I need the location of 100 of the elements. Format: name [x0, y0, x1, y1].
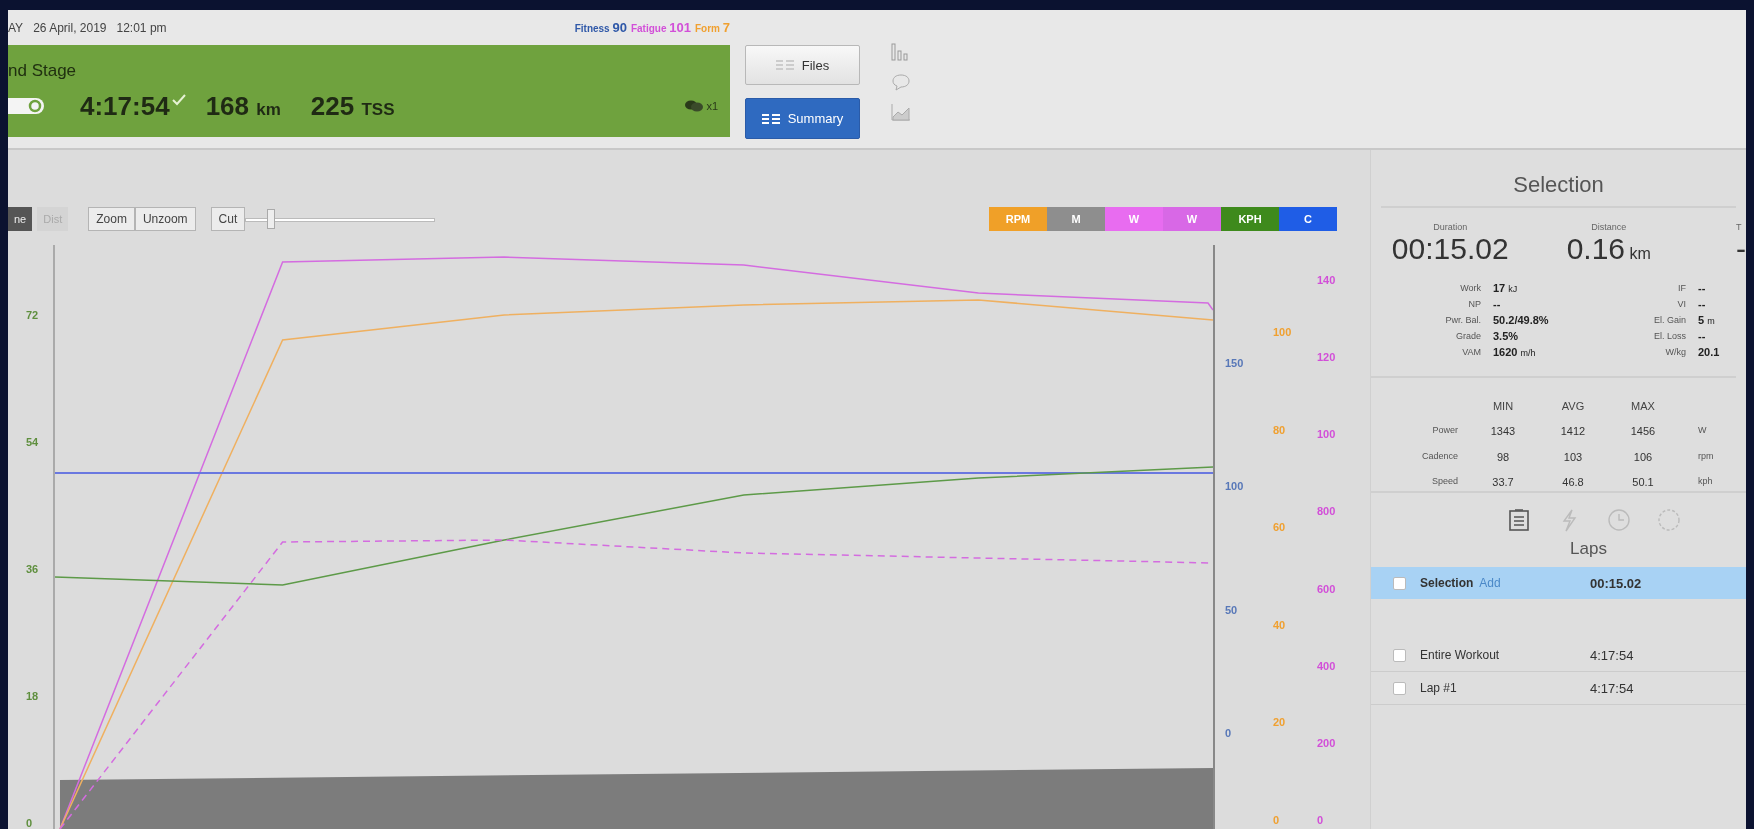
series-toggle[interactable]: M	[1047, 207, 1105, 231]
panel-title: Selection	[1381, 150, 1736, 208]
axis-tick-label: 100	[1273, 326, 1292, 338]
summary-label: T	[1736, 222, 1742, 232]
metric-label: NP	[1467, 299, 1481, 309]
checkbox[interactable]	[1393, 576, 1406, 590]
lap-time: 00:15.02	[1590, 575, 1642, 591]
metric-value: 50.2/49.8%	[1493, 314, 1550, 326]
metric-value: --	[1493, 298, 1502, 310]
toggle-icon	[8, 97, 45, 115]
speech-bubble-icon[interactable]	[890, 72, 912, 92]
summary-value: 00:15.02	[1391, 232, 1509, 266]
table-cell-text: 1343	[1489, 425, 1517, 440]
table-cell-text: 103	[1562, 450, 1584, 465]
metric-label: El. Gain	[1653, 315, 1686, 325]
clock-icon[interactable]	[1605, 507, 1632, 533]
metric-label: El. Loss	[1653, 331, 1686, 341]
column-header: MAX	[1630, 400, 1656, 414]
list-icon	[775, 60, 794, 70]
lap-name: Lap #1	[1420, 681, 1457, 695]
time-label: 12:01 pm	[116, 20, 167, 35]
metric-value: 5 m	[1698, 314, 1716, 326]
axis-tick-label: 80	[1273, 423, 1286, 436]
metric-value: --	[1698, 330, 1707, 342]
axis-tick-label: 72	[26, 309, 39, 321]
mode-button[interactable]: ne	[8, 207, 33, 231]
axis-tick-label: 20	[1273, 716, 1286, 729]
dashed-circle-icon[interactable]	[1655, 507, 1682, 533]
axis-tick-label: 0	[1225, 727, 1232, 739]
tss-value: 225 TSS	[310, 90, 395, 122]
view-button[interactable]: Files	[745, 45, 860, 85]
unit-label: W	[1697, 425, 1708, 438]
axis-tick-label: 0	[26, 817, 33, 829]
lap-name: Entire Workout	[1420, 648, 1500, 662]
metric-value: 20.1	[1698, 346, 1721, 358]
lap-row[interactable]: Entire Workout 4:17:54	[1371, 639, 1746, 672]
lap-time: 4:17:54	[1590, 680, 1634, 696]
axis-tick-label: 150	[1225, 357, 1244, 369]
metric-value: --	[1698, 282, 1707, 294]
axis-tick-label: 200	[1317, 736, 1336, 749]
axis-tick-label: 120	[1317, 351, 1336, 364]
lap-time: 4:17:54	[1590, 647, 1634, 663]
view-button[interactable]: Summary	[745, 98, 860, 139]
metric-label: Pwr. Bal.	[1444, 315, 1481, 325]
metric-label: W/kg	[1664, 347, 1686, 357]
toolbar-button[interactable]: Cut	[210, 207, 246, 231]
toolbar-button[interactable]: Unzoom	[134, 207, 196, 231]
metric-value: 17 kJ	[1493, 282, 1519, 294]
table-cell-text: 106	[1632, 450, 1654, 465]
laps-title: Laps	[1569, 539, 1608, 559]
summary-value: -	[1736, 232, 1746, 266]
metric-label: Work	[1459, 283, 1481, 293]
distance-value: 168 km	[205, 90, 281, 122]
stat-label: Speed	[1430, 475, 1459, 488]
metric-label: VAM	[1461, 347, 1481, 357]
fitness-metric: Fatigue 101	[630, 20, 691, 35]
stat-label: Cadence	[1420, 450, 1459, 463]
date-label: 26 April, 2019	[33, 20, 107, 35]
fitness-metric: Form 7	[695, 20, 730, 35]
table-cell-text: 46.8	[1561, 475, 1585, 490]
workout-title: nd Stage	[8, 60, 78, 81]
duration-value: 4:17:54	[80, 90, 170, 122]
list-icon	[761, 113, 780, 124]
axis-tick-label: 40	[1273, 618, 1286, 631]
axis-tick-label: 0	[1317, 814, 1324, 826]
axis-tick-label: 800	[1317, 505, 1336, 518]
comment-count: x1	[706, 100, 718, 112]
column-header: AVG	[1560, 400, 1586, 414]
metric-value: 3.5%	[1493, 330, 1520, 342]
summary-label: Distance	[1591, 222, 1627, 232]
axis-tick-label: 60	[1273, 521, 1286, 534]
checkbox[interactable]	[1393, 681, 1406, 695]
fitness-metric: Fitness 90	[574, 20, 627, 35]
series-toggle[interactable]: KPH	[1221, 207, 1279, 231]
unit-label: rpm	[1697, 450, 1715, 463]
axis-tick-label: 100	[1317, 428, 1336, 441]
checkbox[interactable]	[1393, 648, 1406, 662]
axis-tick-label: 18	[26, 690, 39, 702]
series-toggle[interactable]: C	[1279, 207, 1337, 231]
line-chart-icon[interactable]	[890, 102, 912, 122]
comments-icon	[685, 100, 704, 112]
table-cell-text: 50.1	[1631, 475, 1655, 490]
axis-tick-label: 54	[26, 436, 39, 448]
column-header: MIN	[1491, 400, 1515, 414]
axis-tick-label: 0	[1273, 814, 1280, 826]
day-label: AY	[8, 20, 24, 35]
axis-tick-label: 140	[1317, 274, 1336, 286]
metric-label: IF	[1677, 283, 1686, 293]
lap-row[interactable]: Lap #1 4:17:54	[1371, 672, 1746, 705]
workout-card[interactable]: nd Stage 4:17:54 168 km 225 TSS x1	[8, 45, 730, 137]
metric-value: --	[1698, 298, 1707, 310]
series-toggle[interactable]: W	[1163, 207, 1221, 231]
stat-label: Power	[1431, 425, 1459, 438]
lap-row[interactable]: Selection Add 00:15.02	[1371, 567, 1746, 599]
table-cell-text: 1456	[1629, 425, 1657, 440]
axis-tick-label: 100	[1225, 480, 1244, 493]
toolbar-button[interactable]: Zoom	[88, 207, 135, 231]
metric-value: 1620 m/h	[1493, 346, 1537, 358]
summary-label: Duration	[1433, 222, 1468, 232]
zoom-slider[interactable]	[245, 207, 436, 231]
